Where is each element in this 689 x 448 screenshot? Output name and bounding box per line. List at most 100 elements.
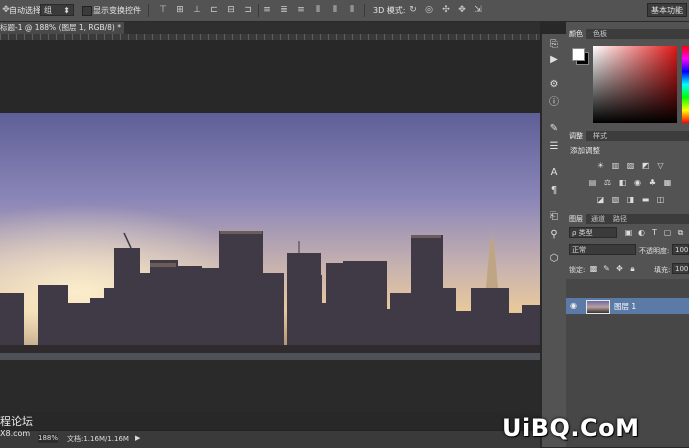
- fill-label: 填充:: [654, 266, 671, 274]
- slide-3d-icon[interactable]: ✥: [457, 5, 467, 15]
- distribute-vcenter-icon[interactable]: ≣: [279, 5, 289, 15]
- align-bottom-icon[interactable]: ⊥: [192, 5, 202, 15]
- separator: [148, 4, 149, 17]
- drag-3d-icon[interactable]: ✣: [441, 5, 451, 15]
- filter-type-icon[interactable]: T: [649, 228, 660, 237]
- curves-icon[interactable]: ▨: [625, 161, 636, 170]
- color-panel-tabs: 颜色 色板: [566, 29, 689, 39]
- posterize-icon[interactable]: ▧: [610, 195, 621, 204]
- canvas-pasteboard: [0, 360, 540, 412]
- color-lookup-icon[interactable]: ▦: [662, 178, 673, 187]
- roll-3d-icon[interactable]: ◎: [424, 5, 434, 15]
- brand-watermark: UiBQ.CoM: [502, 414, 640, 442]
- auto-select-label: 自动选择:: [9, 6, 44, 15]
- color-picker-field[interactable]: [593, 46, 677, 123]
- properties-panel-icon[interactable]: ⚙: [546, 78, 562, 92]
- panel-icon-dock: ⎘ ▶ ⚙ ⓘ ✎ ☰ A ¶ ⎗ ⚲ ⬡: [541, 34, 567, 447]
- status-menu-arrow-icon[interactable]: ▶: [135, 434, 140, 442]
- add-adjustment-title: 添加调整: [570, 146, 600, 155]
- paragraph-panel-icon[interactable]: ¶: [546, 184, 562, 198]
- lock-transparent-icon[interactable]: ▩: [588, 264, 599, 273]
- lock-position-icon[interactable]: ✥: [614, 264, 625, 273]
- brush-panel-icon[interactable]: ☰: [546, 140, 562, 154]
- align-left-icon[interactable]: ⊏: [209, 5, 219, 15]
- hue-saturation-icon[interactable]: ▤: [587, 178, 598, 187]
- lock-label: 锁定:: [569, 266, 586, 274]
- levels-icon[interactable]: ▥: [610, 161, 621, 170]
- filter-pixel-icon[interactable]: ▣: [623, 228, 634, 237]
- options-bar: ✥ 自动选择: 组 ⬍ 显示变换控件 ⊤ ⊞ ⊥ ⊏ ⊟ ⊐ ≡ ≣ ≡ ⫴ ⦀ …: [0, 0, 689, 22]
- city-skyline-image: [0, 113, 540, 360]
- photo-filter-icon[interactable]: ◉: [632, 178, 643, 187]
- tab-adjustments[interactable]: 调整: [566, 131, 586, 141]
- hue-slider[interactable]: [682, 46, 689, 123]
- scale-3d-icon[interactable]: ⇲: [473, 5, 483, 15]
- mode-3d-label: 3D 模式:: [373, 6, 406, 15]
- status-bar: 188% 文档:1.16M/1.16M ▶: [0, 430, 540, 448]
- vibrance-icon[interactable]: ▽: [655, 161, 666, 170]
- eye-visibility-icon[interactable]: ◉: [570, 301, 577, 310]
- opacity-field[interactable]: 100%: [672, 244, 689, 255]
- canvas-image[interactable]: [0, 113, 540, 360]
- layers-panel-tabs: 图层 通道 路径: [566, 214, 689, 224]
- gradient-map-icon[interactable]: ▬: [640, 195, 651, 204]
- tab-paths[interactable]: 路径: [610, 214, 630, 224]
- separator: [364, 4, 365, 17]
- layer-thumbnail[interactable]: [586, 300, 610, 314]
- tab-layers[interactable]: 图层: [566, 214, 586, 224]
- invert-icon[interactable]: ◪: [595, 195, 606, 204]
- distribute-top-icon[interactable]: ≡: [262, 5, 272, 15]
- black-white-icon[interactable]: ◧: [617, 178, 628, 187]
- align-hcenter-icon[interactable]: ⊟: [226, 5, 236, 15]
- filter-adjustment-icon[interactable]: ◐: [636, 228, 647, 237]
- info-panel-icon[interactable]: ⓘ: [546, 96, 562, 110]
- tab-styles[interactable]: 样式: [590, 131, 610, 141]
- lock-all-icon[interactable]: 🔒︎: [627, 264, 638, 273]
- distribute-left-icon[interactable]: ⫴: [313, 5, 323, 15]
- workspace-button[interactable]: 基本功能: [647, 3, 687, 17]
- document-tab[interactable]: 标题-1 @ 188% (图层 1, RGB/8) *: [0, 22, 124, 34]
- lock-image-icon[interactable]: ✎: [601, 264, 612, 273]
- distribute-right-icon[interactable]: ⫴: [347, 5, 357, 15]
- blend-mode-dropdown[interactable]: 正常: [569, 244, 636, 255]
- distribute-bottom-icon[interactable]: ≡: [296, 5, 306, 15]
- tab-color[interactable]: 颜色: [566, 29, 586, 39]
- 3d-panel-icon[interactable]: ⬡: [546, 252, 562, 266]
- channel-mixer-icon[interactable]: ♣: [647, 178, 658, 187]
- foreground-color-swatch[interactable]: [572, 48, 585, 61]
- doc-size: 文档:1.16M/1.16M: [67, 435, 129, 443]
- layer-row[interactable]: ◉ 图层 1: [566, 298, 689, 314]
- color-balance-icon[interactable]: ⚖: [602, 178, 613, 187]
- separator: [258, 4, 259, 17]
- threshold-icon[interactable]: ◨: [625, 195, 636, 204]
- zoom-field[interactable]: 188%: [38, 434, 58, 443]
- clone-source-icon[interactable]: ⎗: [546, 210, 562, 224]
- auto-select-dropdown[interactable]: 组 ⬍: [40, 4, 74, 16]
- watermark-site-text: X8.com: [0, 429, 31, 438]
- selective-color-icon[interactable]: ◫: [655, 195, 666, 204]
- tab-swatches[interactable]: 色板: [590, 29, 610, 39]
- auto-select-value: 组: [44, 6, 52, 15]
- layer-kind-filter[interactable]: ρ 类型: [569, 227, 617, 238]
- align-top-icon[interactable]: ⊤: [158, 5, 168, 15]
- brightness-contrast-icon[interactable]: ☀: [595, 161, 606, 170]
- history-panel-icon[interactable]: ⎘: [546, 38, 562, 52]
- right-panels: 颜色 色板 调整 样式 添加调整 ☀ ▥ ▨ ◩ ▽ ▤ ⚖ ◧ ◉ ♣ ▦ ◪…: [566, 22, 689, 447]
- filter-smart-object-icon[interactable]: ⧉: [675, 228, 686, 237]
- fill-field[interactable]: 100%: [672, 263, 689, 274]
- filter-shape-icon[interactable]: ▢: [662, 228, 673, 237]
- align-right-icon[interactable]: ⊐: [243, 5, 253, 15]
- dropdown-chevron-icon: ⬍: [63, 6, 70, 15]
- rotate-3d-icon[interactable]: ↻: [408, 5, 418, 15]
- tool-presets-icon[interactable]: ⚲: [546, 228, 562, 242]
- exposure-icon[interactable]: ◩: [640, 161, 651, 170]
- adjustments-panel-tabs: 调整 样式: [566, 131, 689, 141]
- brush-presets-icon[interactable]: ✎: [546, 122, 562, 136]
- play-action-icon[interactable]: ▶: [546, 53, 562, 67]
- character-panel-icon[interactable]: A: [546, 166, 562, 180]
- tab-channels[interactable]: 通道: [588, 214, 608, 224]
- distribute-hcenter-icon[interactable]: ⦀: [330, 5, 340, 15]
- layer-name[interactable]: 图层 1: [614, 301, 636, 312]
- align-vcenter-icon[interactable]: ⊞: [175, 5, 185, 15]
- show-transform-checkbox[interactable]: [82, 6, 92, 16]
